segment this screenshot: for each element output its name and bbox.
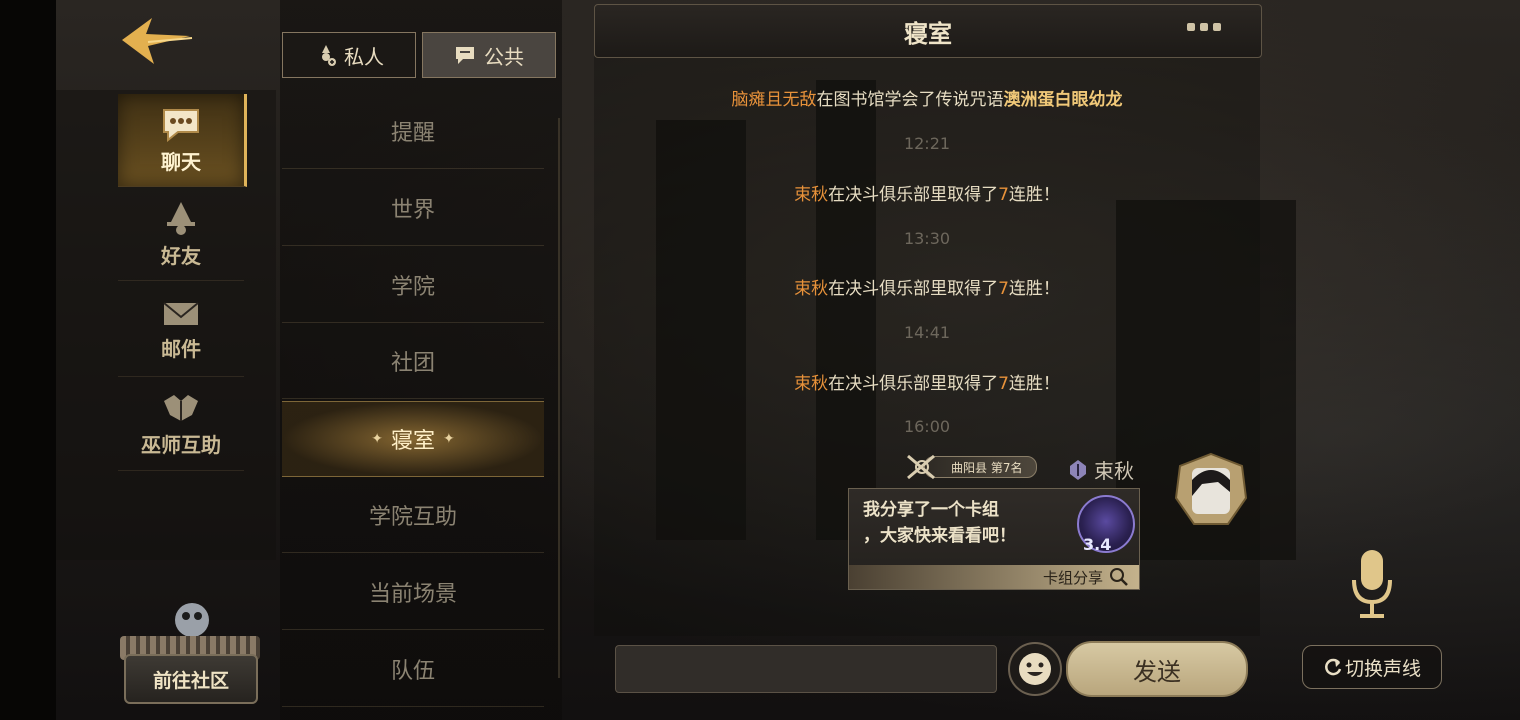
sidebar-item-label: 巫师互助 [141,432,221,457]
smiley-icon [1019,653,1051,685]
refresh-icon [1325,658,1342,676]
message-text: 连胜！ [1008,185,1060,205]
community-label: 前往社区 [124,654,258,704]
tab-private[interactable]: 私人 [282,32,416,78]
message-text: 连胜！ [1008,279,1060,299]
channel-label: 社团 [390,351,435,376]
player-name[interactable]: 束秋 [794,374,828,394]
more-dots-icon [1187,23,1195,31]
streak-count: 7 [998,279,1009,299]
deck-share-footer: 卡组分享 [849,565,1139,589]
wizard-hat-icon [167,201,195,235]
crossed-wands-icon [907,454,935,480]
message-text: 在决斗俱乐部里取得了 [828,279,999,299]
tab-public[interactable]: 公共 [422,32,556,78]
channel-college-help[interactable]: 学院互助 [282,478,544,553]
system-message: 束秋在决斗俱乐部里取得了7连胜！ [594,274,1260,299]
avatar-portrait-icon [1174,452,1248,525]
channel-reminder[interactable]: 提醒 [282,94,544,169]
sidebar-item-label: 聊天 [161,149,201,174]
sender-name: 束秋 [1094,459,1134,483]
system-message: 脑瘫且无敌在图书馆学会了传说咒语澳洲蛋白眼幼龙 [594,85,1260,110]
message-text: 在决斗俱乐部里取得了 [828,185,999,205]
house-crest-icon [1070,459,1086,480]
channel-team[interactable]: 队伍 [282,632,544,707]
avatar[interactable] [1172,452,1250,530]
back-button[interactable] [118,12,196,72]
tab-public-label: 公共 [484,44,524,69]
tab-private-label: 私人 [344,44,384,69]
channel-label: 队伍 [390,659,435,684]
message-timestamp: 14:41 [903,323,951,342]
chat-input[interactable] [615,645,997,693]
microphone-button[interactable] [1346,548,1398,620]
deck-score: 3.4 [1083,535,1112,554]
player-name[interactable]: 束秋 [794,185,828,205]
deck-share-label: 卡组分享 [1042,568,1103,587]
message-text: 连胜！ [1008,374,1060,394]
rank-text: 曲阳县 第7名 [924,456,1038,478]
sidebar-item-friends[interactable]: 好友 [118,188,244,281]
deck-share-card[interactable]: 我分享了一个卡组 ，大家快来看看吧！ 3.4 卡组分享 [848,488,1140,590]
channel-world[interactable]: 世界 [282,171,544,246]
channel-label: 学院互助 [368,505,457,530]
channel-label: 当前场景 [368,582,457,607]
message-text: 在图书馆学会了传说咒语 [816,90,1004,110]
channel-dormitory[interactable]: ✦ 寝室 ✦ [282,401,544,477]
message-text: 我分享了一个卡组 ，大家快来看看吧！ [863,500,1016,546]
more-options-button[interactable] [1187,23,1221,31]
switch-voice-label: 切换声线 [1344,657,1421,680]
channel-college[interactable]: 学院 [282,248,544,323]
streak-count: 7 [998,185,1009,205]
channel-current-scene[interactable]: 当前场景 [282,555,544,630]
channel-label: 学院 [390,275,435,300]
emoji-button[interactable] [1008,642,1062,696]
sidebar-item-label: 好友 [161,243,201,268]
diamond-decoration-icon: ✦ [371,431,383,447]
channel-club[interactable]: 社团 [282,324,544,399]
private-user-icon [322,45,336,66]
chat-bubble-icon [163,108,199,142]
player-name[interactable]: 束秋 [794,279,828,299]
envelope-icon [163,301,199,325]
channel-label: 寝室 [390,429,435,454]
message-timestamp: 16:00 [903,417,951,436]
channel-scrollbar[interactable] [558,118,560,678]
system-message: 束秋在决斗俱乐部里取得了7连胜！ [594,180,1260,205]
message-text: 在决斗俱乐部里取得了 [828,374,999,394]
message-timestamp: 12:21 [903,134,951,153]
send-button[interactable]: 发送 [1066,641,1248,697]
message-timestamp: 13:30 [903,229,951,248]
diamond-decoration-icon: ✦ [443,431,455,447]
chat-header: 寝室 [594,4,1262,58]
sidebar-item-chat[interactable]: 聊天 [118,94,247,187]
owl-mascot-icon [175,603,209,637]
handshake-icon [164,394,198,421]
magnifier-icon [1110,568,1128,586]
player-name[interactable]: 脑瘫且无敌 [732,90,817,110]
rank-badge[interactable]: 曲阳县 第7名 [904,454,1056,480]
spell-name: 澳洲蛋白眼幼龙 [1003,90,1123,110]
sidebar-item-wizard-help[interactable]: 巫师互助 [118,378,244,471]
system-message: 束秋在决斗俱乐部里取得了7连胜！ [594,369,1260,394]
switch-voice-button[interactable]: 切换声线 [1302,645,1442,689]
sidebar-item-label: 邮件 [161,336,201,361]
streak-count: 7 [998,374,1009,394]
channel-label: 世界 [390,198,435,223]
chat-title: 寝室 [904,19,952,48]
sender[interactable]: 束秋 [1066,455,1134,484]
public-chat-icon [456,47,474,64]
back-arrow-icon [122,18,193,64]
go-to-community-button[interactable]: 前往社区 [120,598,264,704]
sidebar-item-mail[interactable]: 邮件 [118,284,244,377]
channel-label: 提醒 [390,121,435,146]
microphone-icon [1352,550,1392,618]
